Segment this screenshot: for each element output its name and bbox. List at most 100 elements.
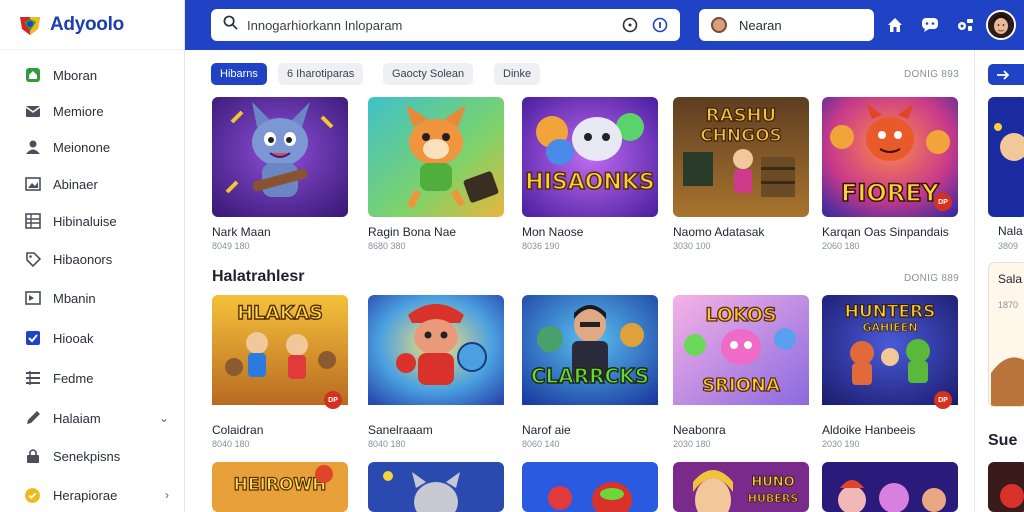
game-stats: 8049 180 — [212, 241, 250, 251]
app-logo-icon — [18, 13, 42, 37]
game-thumbnail: RASHU CHNGOS — [673, 97, 809, 217]
game-title: Colaidran — [212, 423, 264, 437]
top-bar: Innogarhiorkann Inloparam Nearan — [185, 0, 1024, 50]
chevron-right-icon[interactable]: › — [165, 488, 169, 502]
right-panel-title: Sala — [998, 272, 1023, 286]
sidebar-item-halaiam[interactable]: Halaiam ⌄ — [0, 403, 185, 433]
filter-chip[interactable]: 6 Iharotiparas — [278, 63, 364, 85]
user-avatar — [711, 17, 727, 33]
svg-text:HISAONKS: HISAONKS — [525, 170, 654, 195]
sidebar-item-memiore[interactable]: Memiore — [0, 96, 185, 126]
game-card[interactable]: Sanelraaam 8040 180 — [368, 295, 504, 449]
section-title: Halatrahlesr — [212, 268, 305, 285]
game-card[interactable]: LOKOS SRIONA Neabonra 2030 180 — [673, 295, 809, 449]
game-title: Ragin Bona Nae — [368, 225, 457, 239]
game-title: Narof aie — [522, 423, 571, 437]
search-input[interactable]: Innogarhiorkann Inloparam — [211, 9, 680, 41]
sidebar-item-label: Hibaonors — [53, 251, 113, 267]
sidebar-item-abinaer[interactable]: Abinaer — [0, 169, 185, 199]
game-stats: 3030 100 — [673, 241, 711, 251]
svg-text:FIOREY: FIOREY — [841, 179, 940, 207]
check-icon — [24, 330, 41, 347]
game-thumbnail: HEIROWH — [212, 462, 348, 512]
game-badge: DP — [324, 391, 342, 409]
chevron-down-icon[interactable]: ⌄ — [159, 411, 169, 425]
game-thumbnail: HISAONKS — [522, 97, 658, 217]
info-icon[interactable] — [652, 17, 668, 38]
game-title: Karqan Oas Sinpandais — [822, 225, 949, 239]
game-thumbnail — [212, 97, 348, 217]
game-card[interactable]: Nark Maan 8049 180 — [212, 97, 348, 251]
game-thumbnail — [522, 462, 658, 512]
svg-text:HEIROWH: HEIROWH — [234, 475, 327, 495]
sidebar-item-label: Memiore — [53, 103, 104, 119]
sidebar-item-label: Senekpisns — [53, 448, 121, 464]
game-thumbnail — [822, 462, 958, 512]
sidebar-item-hibinaluise[interactable]: Hibinaluise — [0, 206, 185, 236]
svg-text:RASHU: RASHU — [706, 105, 776, 126]
game-card[interactable] — [522, 462, 658, 512]
clock-icon[interactable] — [622, 17, 638, 38]
section-meta: DONIG 889 — [904, 273, 959, 284]
svg-text:GAHIEEN: GAHIEEN — [862, 321, 917, 334]
user-icon — [24, 139, 41, 156]
game-thumbnail — [368, 97, 504, 217]
game-card[interactable] — [822, 462, 958, 512]
right-game-thumbnail[interactable] — [988, 97, 1024, 217]
svg-text:HLAKAS: HLAKAS — [237, 302, 323, 324]
game-stats: 8060 140 — [522, 439, 560, 449]
sidebar-item-fedme[interactable]: Fedme — [0, 363, 185, 393]
right-card-sub: 3809 — [998, 241, 1019, 251]
game-thumbnail: CLARRCKS — [522, 295, 658, 415]
sidebar-item-senekpisns[interactable]: Senekpisns — [0, 441, 185, 471]
game-card[interactable]: HISAONKS Mon Naose 8036 190 — [522, 97, 658, 251]
sidebar: Adyoolo Mboran Memiore Meionone Abinaer … — [0, 0, 185, 512]
sidebar-item-herapiorae[interactable]: Herapiorae › — [0, 480, 185, 510]
user-selector[interactable]: Nearan — [699, 9, 874, 41]
right-card-title: Nala — [998, 224, 1023, 238]
filter-chip[interactable]: Gaocty Solean — [383, 63, 474, 85]
game-title: Neabonra — [673, 423, 726, 437]
sidebar-item-meionone[interactable]: Meionone — [0, 132, 185, 162]
game-card[interactable]: RASHU CHNGOS Naomo Adatasak 3030 100 — [673, 97, 809, 251]
column-divider — [974, 50, 975, 512]
sidebar-item-mbanin[interactable]: Mbanin — [0, 283, 185, 313]
sidebar-item-label: Fedme — [53, 370, 94, 386]
right-game-thumbnail[interactable] — [988, 462, 1024, 512]
search-text: Innogarhiorkann Inloparam — [247, 17, 403, 33]
game-card[interactable]: HLAKAS DP Colaidran 8040 180 — [212, 295, 348, 449]
game-thumbnail: HLAKAS DP — [212, 295, 348, 415]
filter-chip[interactable]: Dinke — [494, 63, 541, 85]
sidebar-item-hiooak[interactable]: Hiooak — [0, 323, 185, 353]
svg-text:CLARRCKS: CLARRCKS — [531, 364, 649, 388]
app-name: Adyoolo — [50, 13, 124, 35]
game-card[interactable]: HUNO HUBERS — [673, 462, 809, 512]
image-icon — [24, 176, 41, 193]
coin-icon — [24, 487, 41, 504]
sidebar-item-hibaonors[interactable]: Hibaonors — [0, 244, 185, 274]
sidebar-item-mboran[interactable]: Mboran — [0, 60, 185, 90]
game-card[interactable] — [368, 462, 504, 512]
brand[interactable]: Adyoolo — [0, 0, 184, 50]
right-action-button[interactable] — [988, 64, 1024, 85]
settings-icon[interactable] — [955, 15, 975, 35]
profile-avatar[interactable] — [986, 10, 1016, 40]
game-title: Nark Maan — [212, 225, 271, 239]
grid-icon — [24, 213, 41, 230]
game-card[interactable]: CLARRCKS Narof aie 8060 140 — [522, 295, 658, 449]
chat-icon[interactable] — [920, 15, 940, 35]
svg-text:SRIONA: SRIONA — [702, 375, 780, 396]
game-thumbnail — [368, 462, 504, 512]
game-stats: 2030 190 — [822, 439, 860, 449]
game-stats: 2030 180 — [673, 439, 711, 449]
game-card[interactable]: FIOREY DP Karqan Oas Sinpandais 2060 180 — [822, 97, 958, 251]
game-card[interactable]: Ragin Bona Nae 8680 380 — [368, 97, 504, 251]
flag-icon — [24, 290, 41, 307]
game-card[interactable]: HUNTERS GAHIEEN DP Aldoike Hanbeeis 2030… — [822, 295, 958, 449]
game-stats: 8036 190 — [522, 241, 560, 251]
home-nav-icon[interactable] — [885, 15, 905, 35]
sidebar-item-label: Mboran — [53, 67, 98, 83]
filter-chip[interactable]: Hibarns — [211, 63, 267, 85]
game-card[interactable]: HEIROWH — [212, 462, 348, 512]
svg-text:LOKOS: LOKOS — [705, 304, 776, 326]
